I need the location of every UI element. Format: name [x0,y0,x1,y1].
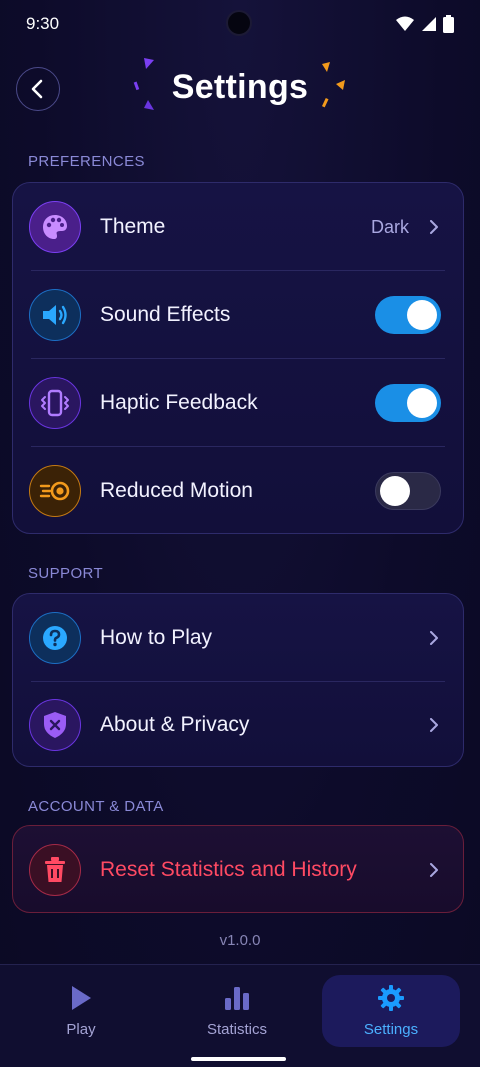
trash-icon [29,844,81,896]
support-card: How to Play About & Privacy [12,593,464,767]
vibrate-icon [29,377,81,429]
bar-chart-icon [223,983,251,1013]
settings-screen: 9:30 Settings PREFERENCES Theme Dark Sou… [0,0,480,1067]
haptic-feedback-row: Haptic Feedback [13,359,463,447]
nav-statistics[interactable]: Statistics [168,975,306,1047]
shield-icon [29,699,81,751]
theme-label: Theme [100,215,166,238]
reset-statistics-row[interactable]: Reset Statistics and History [13,826,463,914]
gear-icon [377,983,405,1013]
chevron-right-icon [430,718,438,732]
motion-icon [29,465,81,517]
theme-row[interactable]: Theme Dark [13,183,463,271]
chevron-right-icon [430,220,438,234]
haptic-feedback-toggle[interactable] [375,384,441,422]
reset-statistics-label: Reset Statistics and History [100,858,357,881]
wifi-icon [396,16,414,31]
nav-statistics-label: Statistics [206,1021,267,1038]
play-icon [69,983,93,1013]
status-bar: 9:30 [0,0,480,48]
about-privacy-row[interactable]: About & Privacy [13,682,463,768]
sound-effects-toggle[interactable] [375,296,441,334]
toggle-knob [380,476,410,506]
sound-effects-label: Sound Effects [100,303,231,326]
reduced-motion-label: Reduced Motion [100,479,253,502]
about-privacy-label: About & Privacy [100,713,250,736]
reduced-motion-toggle[interactable] [375,472,441,510]
palette-icon [29,201,81,253]
confetti-right-icon [321,62,345,108]
signal-icon [422,17,436,31]
status-icons [395,15,454,33]
toggle-knob [407,388,437,418]
chevron-right-icon [430,863,438,877]
nav-play[interactable]: Play [12,975,150,1047]
nav-play-label: Play [66,1021,96,1038]
section-label-account-data: ACCOUNT & DATA [28,798,164,815]
bottom-nav: Play Statistics Settings [0,964,480,1067]
front-camera [226,10,252,36]
battery-icon [443,15,454,33]
speaker-icon [29,289,81,341]
haptic-feedback-label: Haptic Feedback [100,391,258,414]
nav-settings[interactable]: Settings [322,975,460,1047]
section-label-preferences: PREFERENCES [28,153,145,170]
app-version: v1.0.0 [219,932,261,949]
question-icon [29,612,81,664]
how-to-play-label: How to Play [100,626,213,649]
toggle-knob [407,300,437,330]
theme-value: Dark [370,216,409,237]
status-time: 9:30 [26,14,60,33]
chevron-right-icon [430,631,438,645]
page-title: Settings [171,68,309,106]
section-label-support: SUPPORT [28,565,104,582]
reduced-motion-row: Reduced Motion [13,447,463,535]
sound-effects-row: Sound Effects [13,271,463,359]
preferences-card: Theme Dark Sound Effects Haptic Feedback… [12,182,464,534]
home-indicator[interactable] [191,1057,286,1061]
account-card: Reset Statistics and History [12,825,464,913]
nav-settings-label: Settings [363,1021,419,1038]
how-to-play-row[interactable]: How to Play [13,594,463,682]
